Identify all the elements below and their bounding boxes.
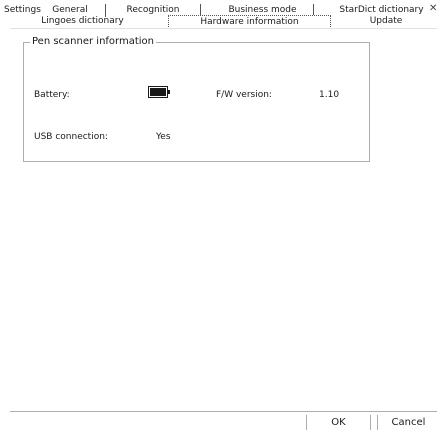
settings-window: Settings ✕ General Recognition Business … — [0, 0, 437, 430]
footer-divider — [10, 411, 437, 412]
tab-row-bottom: Lingoes dictionary Hardware information … — [10, 15, 437, 29]
battery-label: Battery: — [34, 90, 70, 100]
tab-update[interactable]: Update — [356, 15, 416, 28]
tab-hardware-information[interactable]: Hardware information — [168, 15, 331, 27]
tab-lingoes-dictionary[interactable]: Lingoes dictionary — [20, 15, 145, 28]
usb-connection-label: USB connection: — [34, 132, 108, 142]
group-title: Pen scanner information — [30, 36, 157, 48]
battery-full-icon — [148, 86, 170, 98]
usb-connection-value: Yes — [156, 132, 171, 142]
fw-version-label: F/W version: — [216, 90, 272, 100]
fw-version-value: 1.10 — [319, 90, 340, 100]
tab-panel-border — [10, 28, 437, 29]
cancel-button[interactable]: Cancel — [377, 415, 437, 430]
ok-button[interactable]: OK — [306, 415, 371, 430]
pen-scanner-groupbox — [23, 42, 370, 162]
